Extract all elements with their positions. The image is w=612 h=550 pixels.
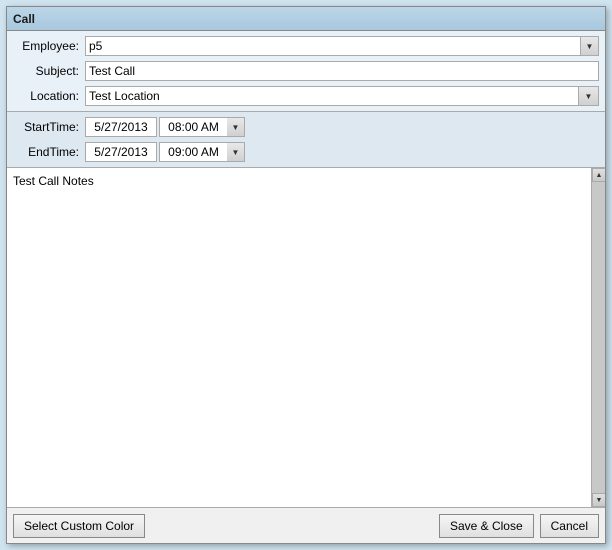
location-dropdown-btn[interactable] — [579, 86, 599, 106]
location-input[interactable] — [85, 86, 579, 106]
time-section: StartTime: EndTime: — [7, 112, 605, 168]
notes-area: Test Call Notes ▲ ▼ — [7, 168, 605, 507]
end-time-wrap — [159, 142, 245, 162]
end-time-dropdown-btn[interactable] — [227, 142, 245, 162]
endtime-row: EndTime: — [13, 141, 599, 163]
start-time-wrap — [159, 117, 245, 137]
notes-textarea[interactable]: Test Call Notes — [11, 172, 601, 503]
call-dialog: Call Employee: Subject: Location: — [6, 6, 606, 544]
starttime-row: StartTime: — [13, 116, 599, 138]
subject-row: Subject: — [13, 60, 599, 82]
scroll-thumb[interactable] — [592, 182, 605, 493]
cancel-button[interactable]: Cancel — [540, 514, 599, 538]
bottom-bar: Select Custom Color Save & Close Cancel — [7, 507, 605, 543]
form-area: Employee: Subject: Location: — [7, 31, 605, 112]
title-bar: Call — [7, 7, 605, 31]
dialog-title: Call — [13, 12, 35, 26]
location-label: Location: — [13, 89, 85, 103]
location-select-wrap — [85, 86, 599, 106]
employee-row: Employee: — [13, 35, 599, 57]
employee-label: Employee: — [13, 39, 85, 53]
save-close-button[interactable]: Save & Close — [439, 514, 534, 538]
end-time-input[interactable] — [159, 142, 227, 162]
scroll-up-btn[interactable]: ▲ — [592, 168, 605, 182]
custom-color-button[interactable]: Select Custom Color — [13, 514, 145, 538]
starttime-label: StartTime: — [13, 120, 85, 134]
subject-input[interactable] — [85, 61, 599, 81]
start-time-dropdown-btn[interactable] — [227, 117, 245, 137]
subject-label: Subject: — [13, 64, 85, 78]
endtime-label: EndTime: — [13, 145, 85, 159]
employee-dropdown-btn[interactable] — [581, 36, 599, 56]
scroll-down-btn[interactable]: ▼ — [592, 493, 605, 507]
start-time-input[interactable] — [159, 117, 227, 137]
location-row: Location: — [13, 85, 599, 107]
start-date-input[interactable] — [85, 117, 157, 137]
employee-input[interactable] — [85, 36, 581, 56]
end-date-input[interactable] — [85, 142, 157, 162]
employee-select-wrap — [85, 36, 599, 56]
scrollbar: ▲ ▼ — [591, 168, 605, 507]
